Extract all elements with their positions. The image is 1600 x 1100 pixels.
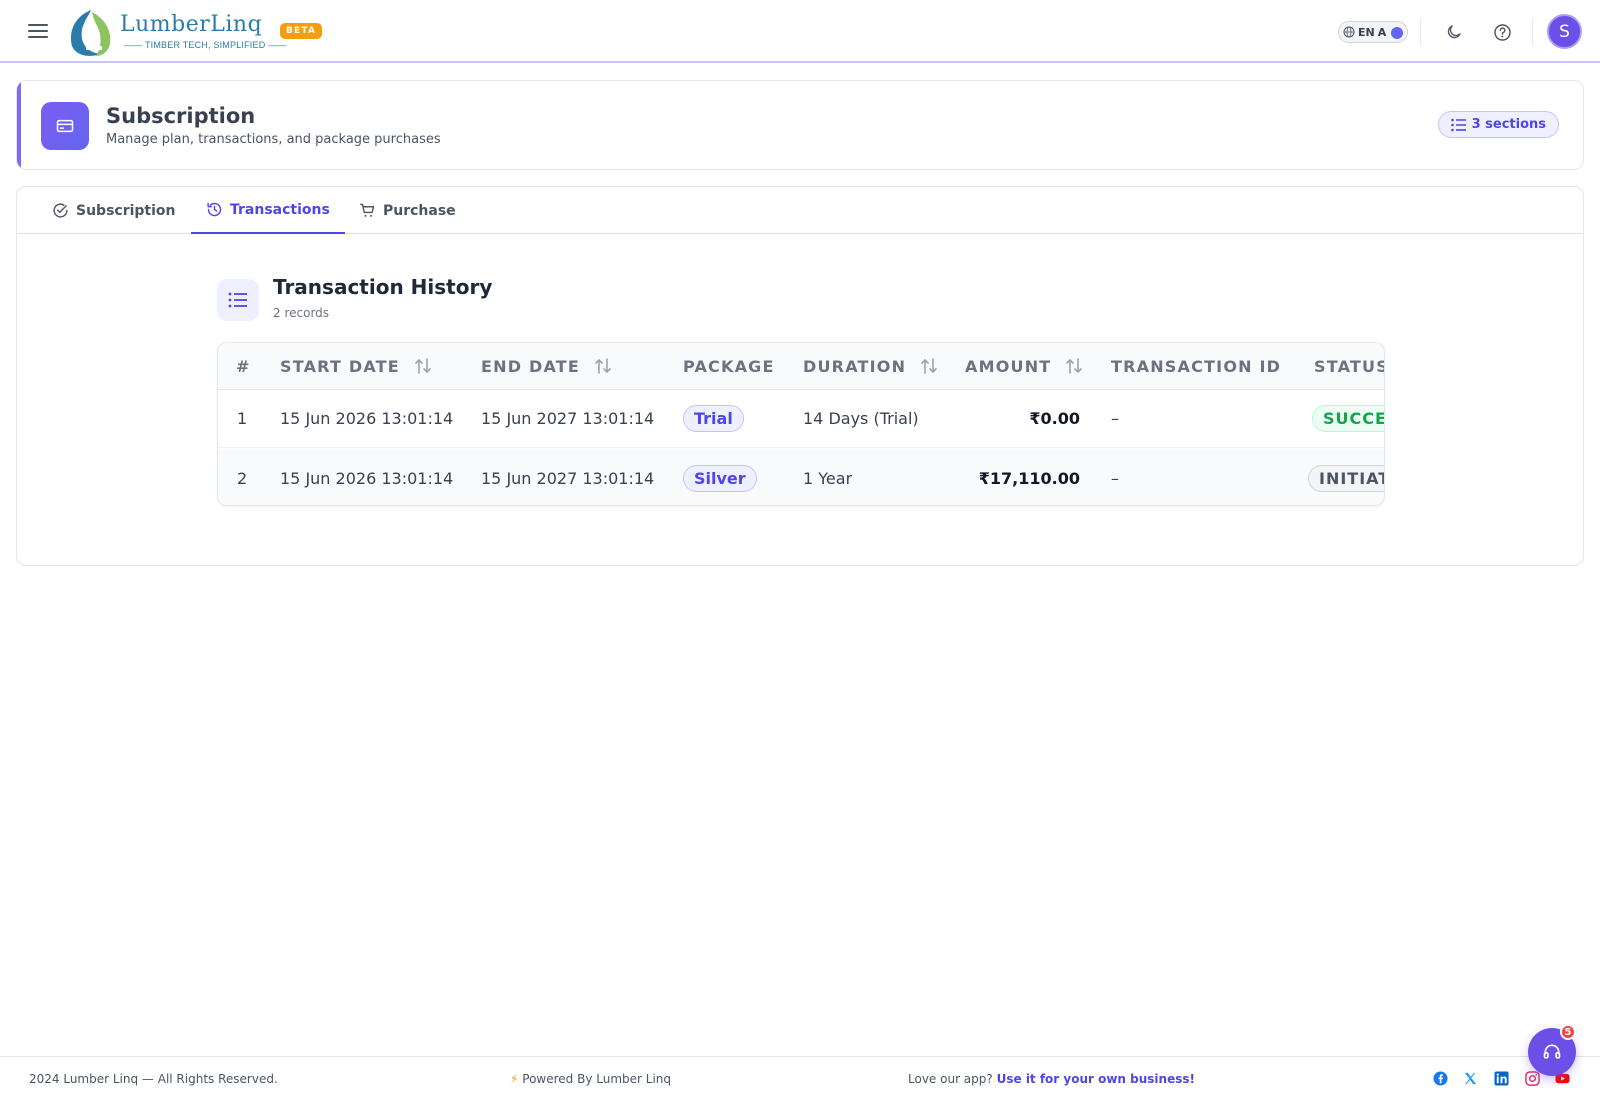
tab-label: Subscription: [76, 202, 176, 219]
language-toggle[interactable]: EN A: [1338, 21, 1408, 43]
row-index: 2: [237, 468, 248, 488]
table-header-row: # START DATE END DATE PACKAGE DURATION A…: [218, 343, 1385, 390]
language-script: A: [1377, 25, 1387, 39]
tab-subscription[interactable]: Subscription: [52, 187, 176, 234]
end-date-cell: 15 Jun 2027 13:01:14: [481, 409, 655, 428]
record-count: 2 records: [273, 306, 330, 320]
linkedin-icon[interactable]: [1494, 1071, 1509, 1086]
status-cell: SUCCESS: [1312, 390, 1384, 447]
package-cell: Silver: [683, 449, 757, 505]
amount-cell: ₹0.00: [1029, 409, 1080, 428]
row-index: 1: [237, 409, 248, 428]
tab-purchase[interactable]: Purchase: [359, 187, 456, 234]
status-badge: SUCCESS: [1312, 405, 1384, 432]
duration-cell: 14 Days (Trial): [803, 409, 919, 428]
beta-badge: BETA: [280, 23, 323, 39]
start-date-cell: 15 Jun 2026 13:01:14: [280, 468, 454, 488]
sort-icon: [1066, 358, 1083, 374]
column-header-duration[interactable]: DURATION: [803, 343, 938, 389]
toggle-knob: [1391, 27, 1403, 39]
leaf-logo-icon: [70, 10, 111, 56]
status-badge: INITIATED: [1308, 464, 1384, 492]
end-date-cell: 15 Jun 2027 13:01:14: [481, 468, 655, 488]
page-footer: 2024 Lumber Linq — All Rights Reserved. …: [0, 1056, 1600, 1100]
column-header-amount[interactable]: AMOUNT: [965, 343, 1083, 389]
amount-cell: ₹17,110.00: [978, 468, 1080, 488]
column-header-index: #: [236, 356, 251, 376]
copyright-text: 2024 Lumber Linq — All Rights Reserved.: [29, 1072, 278, 1086]
cart-icon: [360, 203, 375, 217]
tab-label: Transactions: [230, 201, 330, 218]
duration-cell: 1 Year: [803, 468, 853, 488]
help-icon: [1493, 23, 1511, 41]
column-header-status: STATUS: [1314, 356, 1385, 376]
facebook-icon[interactable]: [1433, 1071, 1448, 1086]
bolt-icon: ⚡: [510, 1072, 519, 1086]
instagram-icon[interactable]: [1525, 1071, 1540, 1086]
notification-badge: 5: [1560, 1024, 1576, 1040]
table-row[interactable]: 2 15 Jun 2026 13:01:14 15 Jun 2027 13:01…: [218, 449, 1384, 505]
sections-badge[interactable]: 3 sections: [1437, 111, 1559, 138]
list-icon: [1450, 118, 1466, 131]
top-navbar: LumberLinq —— TIMBER TECH, SIMPLIFIED ——…: [0, 0, 1600, 63]
package-cell: Trial: [683, 390, 744, 447]
brand-name: LumberLinq: [120, 12, 263, 37]
transactions-table: # START DATE END DATE PACKAGE DURATION A…: [217, 342, 1385, 506]
sort-icon: [415, 358, 431, 374]
divider: [1532, 18, 1533, 46]
user-avatar[interactable]: S: [1547, 14, 1582, 49]
list-icon: [217, 279, 259, 321]
brand-logo[interactable]: LumberLinq —— TIMBER TECH, SIMPLIFIED ——: [66, 6, 286, 58]
dark-mode-button[interactable]: [1442, 20, 1466, 44]
headset-icon: [1543, 1044, 1561, 1059]
credit-card-icon: [41, 102, 89, 150]
column-header-start-date[interactable]: START DATE: [280, 343, 432, 389]
tab-panel: Subscription Transactions Purchase Trans…: [16, 186, 1584, 566]
history-icon: [207, 202, 222, 217]
brand-tagline: —— TIMBER TECH, SIMPLIFIED ——: [124, 40, 287, 50]
moon-icon: [1447, 25, 1461, 39]
column-header-package: PACKAGE: [683, 356, 775, 376]
page-subtitle: Manage plan, transactions, and package p…: [106, 132, 441, 147]
tab-transactions[interactable]: Transactions: [191, 187, 345, 234]
package-badge: Trial: [683, 405, 744, 432]
promo-link[interactable]: Use it for your own business!: [997, 1072, 1195, 1086]
transaction-id-cell: –: [1111, 468, 1119, 488]
x-icon[interactable]: [1463, 1071, 1478, 1086]
sort-icon: [921, 358, 938, 374]
page-header-card: Subscription Manage plan, transactions, …: [16, 80, 1584, 170]
check-circle-icon: [53, 203, 68, 218]
promo-text-wrap: Love our app? Use it for your own busine…: [908, 1072, 1195, 1086]
package-badge: Silver: [683, 464, 757, 492]
sections-label: 3 sections: [1471, 117, 1546, 132]
help-button[interactable]: [1490, 20, 1514, 44]
powered-by: ⚡ Powered By Lumber Linq: [510, 1072, 672, 1086]
tab-label: Purchase: [383, 202, 456, 219]
globe-icon: [1343, 26, 1355, 38]
language-code: EN: [1358, 25, 1375, 39]
transaction-id-cell: –: [1111, 409, 1119, 428]
tab-bar: Subscription Transactions Purchase: [17, 187, 1583, 234]
status-cell: INITIATED: [1308, 449, 1384, 505]
table-row[interactable]: 1 15 Jun 2026 13:01:14 15 Jun 2027 13:01…: [218, 390, 1384, 448]
column-header-transaction-id: TRANSACTION ID: [1111, 356, 1282, 376]
start-date-cell: 15 Jun 2026 13:01:14: [280, 409, 454, 428]
column-header-end-date[interactable]: END DATE: [481, 343, 612, 389]
sort-icon: [595, 358, 611, 374]
section-title: Transaction History: [273, 275, 493, 299]
divider: [1420, 18, 1421, 46]
promo-text: Love our app?: [908, 1072, 993, 1086]
hamburger-menu-icon[interactable]: [26, 21, 50, 41]
page-title: Subscription: [106, 104, 256, 128]
